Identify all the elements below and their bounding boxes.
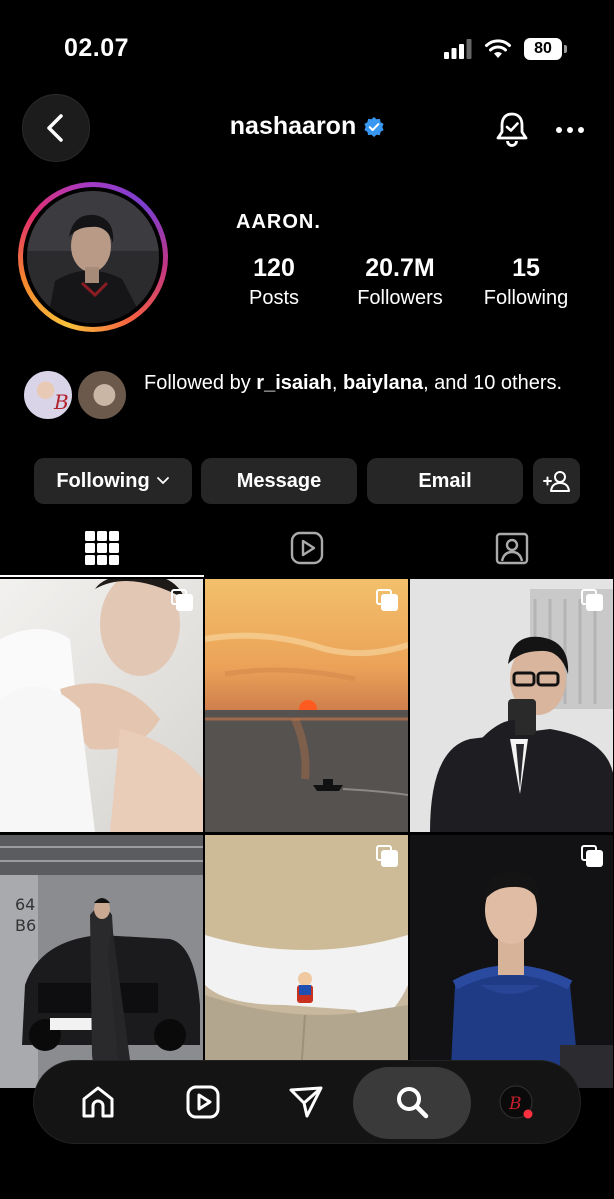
battery-level: 80 xyxy=(534,40,552,57)
followed-by-suffix: , and 10 others. xyxy=(423,372,563,394)
posts-count: 120 xyxy=(253,254,295,282)
nav-reels[interactable] xyxy=(173,1072,233,1132)
following-label: Following xyxy=(483,287,569,309)
svg-text:B: B xyxy=(53,390,69,414)
carousel-indicator-icon xyxy=(581,845,603,867)
verified-badge-icon xyxy=(364,116,384,137)
home-icon xyxy=(82,1086,114,1118)
posts-stat[interactable]: 120 Posts xyxy=(238,254,310,310)
reels-icon xyxy=(290,531,324,565)
tab-tagged[interactable] xyxy=(410,522,614,574)
followers-label: Followers xyxy=(357,287,443,309)
nav-home[interactable] xyxy=(68,1072,128,1132)
tagged-icon xyxy=(495,532,529,565)
grid-icon xyxy=(85,531,119,565)
email-button-label: Email xyxy=(418,469,472,492)
nav-direct[interactable] xyxy=(276,1072,336,1132)
notification-bell-icon[interactable] xyxy=(494,110,530,148)
mutual-avatar-1: B xyxy=(22,369,74,421)
following-count: 15 xyxy=(512,254,540,282)
send-icon xyxy=(289,1086,323,1118)
display-name: AARON. xyxy=(236,211,321,233)
carousel-indicator-icon xyxy=(376,845,398,867)
followed-by-separator: , xyxy=(331,372,344,394)
chevron-down-icon xyxy=(156,477,169,485)
add-person-icon xyxy=(542,471,570,492)
message-button-label: Message xyxy=(236,469,322,492)
nav-profile[interactable]: B xyxy=(486,1072,546,1132)
more-options-icon[interactable] xyxy=(555,118,585,142)
mutual-user-1[interactable]: r_isaiah xyxy=(256,372,332,394)
username: nashaaron xyxy=(229,112,357,140)
following-button[interactable]: Following xyxy=(34,458,192,504)
active-tab-indicator xyxy=(0,575,204,577)
reels-icon xyxy=(186,1085,220,1119)
tab-posts-grid[interactable] xyxy=(0,522,204,574)
suggested-people-button[interactable] xyxy=(533,458,580,504)
post-tile-3[interactable] xyxy=(410,579,613,832)
search-icon xyxy=(397,1087,429,1119)
nav-search[interactable] xyxy=(382,1072,442,1132)
wifi-icon xyxy=(485,39,511,58)
followed-by-text[interactable]: Followed by r_isaiah, baiylana, and 10 o… xyxy=(144,370,584,397)
email-button[interactable]: Email xyxy=(367,458,523,504)
posts-label: Posts xyxy=(248,287,300,309)
status-time: 02.07 xyxy=(64,34,130,62)
post-tile-4[interactable]: 64 B6 xyxy=(0,835,203,1088)
svg-text:B6: B6 xyxy=(15,916,36,935)
profile-avatar-story-ring[interactable] xyxy=(18,182,168,332)
carousel-indicator-icon xyxy=(376,589,398,611)
profile-avatar-icon: B xyxy=(499,1085,533,1119)
post-tile-1[interactable] xyxy=(0,579,203,832)
message-button[interactable]: Message xyxy=(201,458,357,504)
carousel-indicator-icon xyxy=(581,589,603,611)
following-stat[interactable]: 15 Following xyxy=(476,254,576,310)
status-icons: 80 xyxy=(444,38,567,60)
followed-by-prefix: Followed by xyxy=(144,372,257,394)
post-tile-6[interactable] xyxy=(410,835,613,1088)
followers-count: 20.7M xyxy=(365,254,435,282)
svg-text:64: 64 xyxy=(15,895,35,914)
carousel-indicator-icon xyxy=(171,589,193,611)
signal-icon xyxy=(444,39,472,59)
mutual-user-2[interactable]: baiylana xyxy=(343,372,423,394)
mutual-followers-avatars[interactable]: B xyxy=(22,369,132,421)
post-tile-2[interactable] xyxy=(205,579,408,832)
tab-reels[interactable] xyxy=(205,522,409,574)
followers-stat[interactable]: 20.7M Followers xyxy=(350,254,450,310)
profile-avatar xyxy=(27,191,159,323)
svg-text:B: B xyxy=(508,1094,522,1114)
battery-indicator: 80 xyxy=(524,38,567,60)
post-tile-5[interactable] xyxy=(205,835,408,1088)
following-button-label: Following xyxy=(56,469,150,492)
mutual-avatar-2 xyxy=(76,369,128,421)
